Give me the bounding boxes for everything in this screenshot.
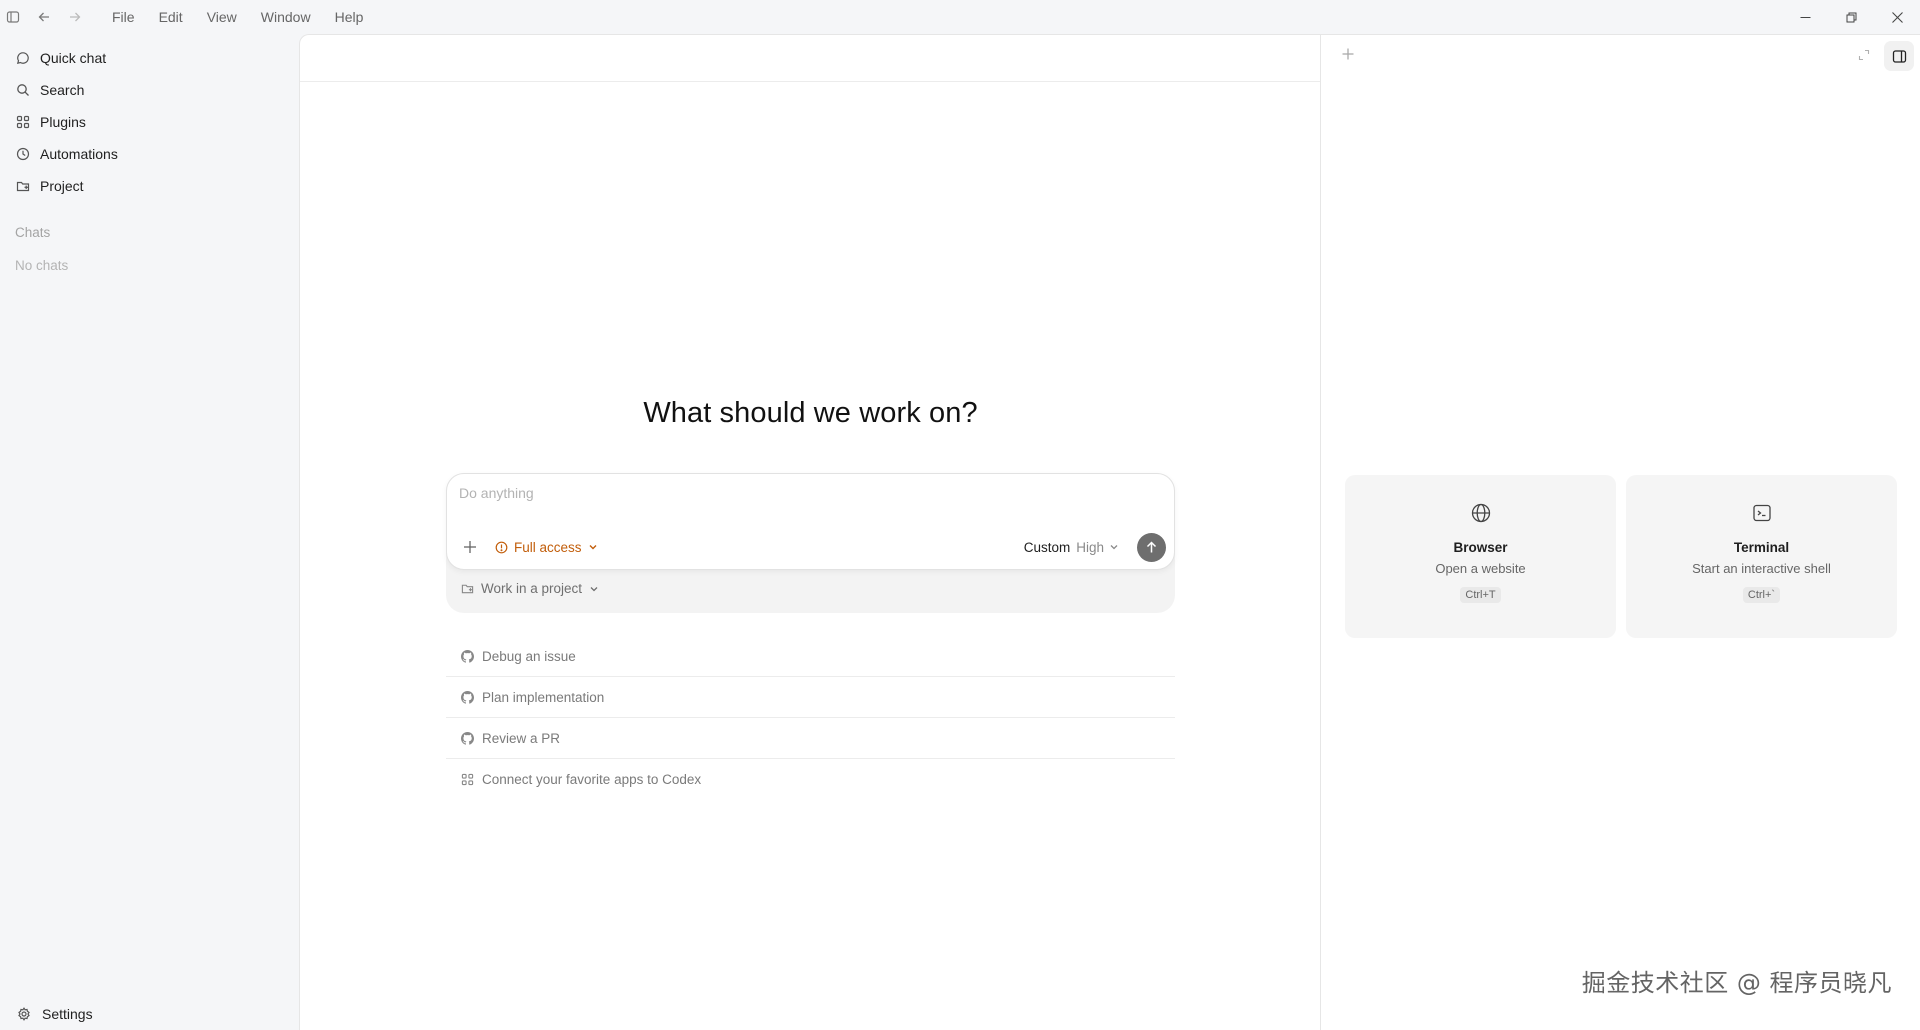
sidebar-item-label: Quick chat [40,50,107,66]
sidebar-item-label: Project [40,178,84,194]
chevron-down-icon [589,584,599,594]
arrow-up-icon [1146,540,1157,552]
suggestion-review-pr[interactable]: Review a PR [446,718,1175,759]
forward-arrow-icon[interactable] [64,6,86,28]
menu-file[interactable]: File [100,9,147,25]
sidebar: Quick chat Search Plugins Automations Pr… [0,34,298,1030]
sidebar-item-quick-chat[interactable]: Quick chat [0,42,298,74]
settings-button[interactable]: Settings [0,998,298,1030]
card-description: Open a website [1435,561,1526,576]
plus-icon [464,541,476,553]
main-header [300,35,1320,82]
panel-right-icon [1892,49,1906,63]
suggestion-connect-apps[interactable]: Connect your favorite apps to Codex [446,759,1175,800]
suggestion-debug-issue[interactable]: Debug an issue [446,636,1175,677]
sidebar-item-search[interactable]: Search [0,74,298,106]
suggestion-label: Connect your favorite apps to Codex [482,772,702,787]
restore-button[interactable] [1828,0,1874,34]
sidebar-item-label: Search [40,82,85,98]
work-in-project-dropdown[interactable]: Work in a project [461,581,599,596]
search-icon [16,83,30,97]
warning-icon [495,541,508,554]
effort-label: High [1076,539,1104,555]
composer-toolbar: Full access Custom High [447,532,1174,562]
send-button[interactable] [1137,532,1166,562]
access-mode-dropdown[interactable]: Full access [495,540,598,555]
menu-bar: File Edit View Window Help [100,9,375,25]
github-icon [461,649,474,663]
shortcut-badge: Ctrl+` [1742,587,1781,603]
chats-section-label: Chats [15,225,51,240]
panel-toggle-button[interactable] [1884,41,1914,71]
folder-icon [461,582,474,595]
access-mode-label: Full access [514,539,582,555]
prompt-input[interactable] [459,485,1159,501]
sidebar-item-plugins[interactable]: Plugins [0,106,298,138]
suggestion-list: Debug an issue Plan implementation Revie… [446,636,1175,800]
sidebar-item-label: Automations [40,146,118,162]
page-title: What should we work on? [643,397,978,429]
globe-icon [1470,502,1492,524]
no-chats-label: No chats [15,258,69,273]
suggestion-plan-implementation[interactable]: Plan implementation [446,677,1175,718]
card-title: Terminal [1733,540,1790,555]
main-panel: What should we work on? Full access [299,34,1320,1030]
close-button[interactable] [1874,0,1920,34]
browser-card[interactable]: Browser Open a website Ctrl+T [1345,475,1616,638]
plus-icon [1342,48,1354,60]
github-icon [461,731,474,745]
model-selector[interactable]: Custom [1024,540,1071,555]
github-icon [461,690,474,704]
terminal-card[interactable]: Terminal Start an interactive shell Ctrl… [1626,475,1897,638]
composer: Full access Custom High [446,473,1175,570]
menu-help[interactable]: Help [323,9,376,25]
menu-view[interactable]: View [195,9,249,25]
clock-icon [16,147,30,161]
sidebar-toggle-icon[interactable] [2,6,24,28]
chevron-down-icon [1109,542,1119,552]
back-arrow-icon[interactable] [33,6,55,28]
suggestion-label: Review a PR [482,730,561,746]
terminal-icon [1751,502,1773,524]
menu-edit[interactable]: Edit [147,9,195,25]
gear-icon [17,1007,31,1021]
sidebar-item-label: Plugins [40,114,86,130]
new-tab-button[interactable] [1341,47,1357,63]
work-in-project-label: Work in a project [481,581,583,596]
grid-icon [16,115,30,129]
minimize-button[interactable] [1782,0,1828,34]
card-description: Start an interactive shell [1692,561,1831,576]
sidebar-item-automations[interactable]: Automations [0,138,298,170]
chevron-down-icon [588,542,598,552]
watermark: 掘金技术社区 @ 程序员晓凡 [1581,969,1892,997]
suggestion-label: Debug an issue [482,648,576,664]
folder-icon [16,179,30,193]
grid-icon [461,773,474,786]
suggestion-label: Plan implementation [482,689,605,705]
collapse-icon[interactable] [1858,49,1872,63]
shortcut-badge: Ctrl+T [1460,587,1501,603]
chat-bubble-icon [16,51,30,65]
add-attachment-button[interactable] [460,537,480,557]
right-panel: Browser Open a website Ctrl+T Terminal S… [1320,34,1920,1030]
composer-container: Full access Custom High [446,473,1175,613]
title-bar: File Edit View Window Help [0,0,1920,34]
reasoning-effort-dropdown[interactable]: High [1076,540,1119,555]
settings-label: Settings [42,1006,93,1022]
card-title: Browser [1453,540,1508,555]
sidebar-item-project[interactable]: Project [0,170,298,202]
menu-window[interactable]: Window [249,9,323,25]
